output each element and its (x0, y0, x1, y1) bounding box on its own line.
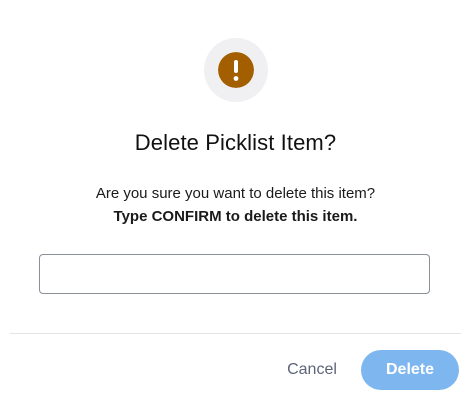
footer-divider (10, 333, 461, 334)
delete-button[interactable]: Delete (361, 350, 459, 390)
confirm-text-input[interactable] (39, 254, 430, 294)
dialog-instruction: Type CONFIRM to delete this item. (113, 208, 358, 225)
dialog-message: Are you sure you want to delete this ite… (95, 185, 376, 202)
exclamation-circle-icon (218, 52, 254, 88)
delete-confirmation-dialog: Delete Picklist Item? Are you sure you w… (0, 0, 471, 400)
dialog-title: Delete Picklist Item? (134, 130, 337, 155)
warning-icon-container (204, 38, 268, 102)
cancel-button[interactable]: Cancel (270, 350, 354, 390)
